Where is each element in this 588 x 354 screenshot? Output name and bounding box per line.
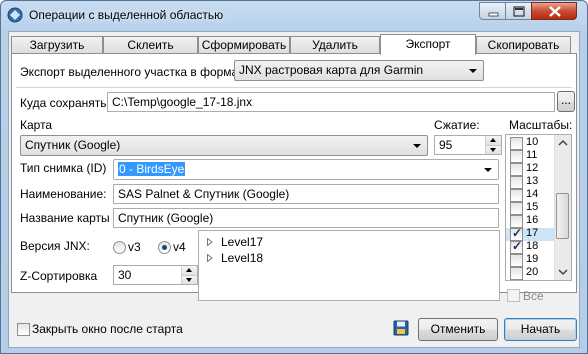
name-input[interactable]: SAS Palnet & Спутник (Google)	[113, 184, 499, 204]
close-after-start-label[interactable]: Закрыть окно после старта	[32, 322, 183, 336]
spin-up-icon[interactable]	[486, 136, 501, 145]
jnx-v3-radio[interactable]	[113, 241, 126, 254]
jnx-v4-label[interactable]: v4	[173, 240, 186, 254]
tab-export[interactable]: Экспорт	[380, 34, 476, 55]
chevron-down-icon	[484, 168, 492, 172]
export-format-value: JNX растровая карта для Garmin	[239, 63, 424, 77]
app-globe-icon	[7, 7, 23, 23]
export-format-select[interactable]: JNX растровая карта для Garmin	[234, 60, 484, 81]
window-title: Операции с выделенной областью	[29, 8, 224, 22]
z-order-value: 30	[118, 268, 132, 282]
map-label: Карта	[20, 118, 53, 132]
scale-checkbox[interactable]	[510, 267, 523, 280]
jnx-version-label: Версия JNX:	[20, 239, 90, 253]
scale-label: 17	[526, 227, 539, 239]
scale-checkbox[interactable]	[510, 163, 523, 176]
map-name-label: Название карты	[20, 211, 110, 225]
z-order-label: Z-Сортировка	[20, 269, 98, 283]
separator	[16, 87, 572, 88]
z-order-stepper[interactable]: 30	[113, 265, 198, 285]
compression-value: 95	[439, 138, 453, 152]
compression-spin-buttons[interactable]	[485, 136, 501, 154]
tab-download[interactable]: Загрузить	[11, 36, 103, 54]
scale-label: 15	[526, 201, 539, 213]
scales-scrollbar[interactable]	[554, 135, 571, 280]
scale-checkbox[interactable]	[510, 150, 523, 163]
chevron-down-icon	[413, 144, 421, 148]
maximize-button[interactable]	[505, 2, 532, 20]
close-after-start-checkbox[interactable]	[17, 323, 30, 336]
scales-label: Масштабы:	[509, 118, 573, 132]
save-path-label: Куда сохранять:	[20, 96, 110, 110]
scroll-down-icon[interactable]	[555, 264, 571, 280]
save-path-input[interactable]: C:\Temp\google_17-18.jnx	[107, 92, 555, 112]
compression-label: Сжатие:	[434, 118, 480, 132]
tab-copy[interactable]: Скопировать	[476, 36, 571, 54]
select-all-checkbox[interactable]	[507, 289, 520, 302]
image-type-value: 0 - BirdsEye	[118, 162, 186, 176]
start-button[interactable]: Начать	[504, 318, 577, 341]
close-button[interactable]	[531, 2, 577, 20]
scrollbar-thumb[interactable]	[556, 193, 569, 239]
jnx-v4-radio[interactable]	[158, 241, 171, 254]
levels-tree[interactable]: Level17 Level18	[198, 230, 500, 301]
scale-label: 10	[526, 136, 539, 148]
scroll-up-icon[interactable]	[555, 135, 571, 151]
cancel-button[interactable]: Отменить	[418, 318, 498, 341]
tree-item-label: Level18	[221, 251, 264, 265]
title-bar[interactable]: Операции с выделенной областью	[1, 1, 587, 31]
scales-checklist[interactable]: 10 11 12 13 14 15 16 17 18 19 20	[505, 134, 572, 281]
scale-label: 14	[526, 188, 539, 200]
name-label: Наименование:	[20, 187, 107, 201]
tab-strip: Загрузить Склеить Сформировать Удалить Э…	[11, 34, 577, 55]
tab-generate[interactable]: Сформировать	[198, 36, 290, 54]
tree-item-label: Level17	[221, 235, 264, 249]
scale-checkbox[interactable]	[510, 202, 523, 215]
dialog-client-area: Загрузить Склеить Сформировать Удалить Э…	[8, 31, 580, 348]
save-disk-icon[interactable]	[393, 320, 409, 336]
scale-label: 18	[526, 240, 539, 252]
spin-up-icon[interactable]	[182, 266, 197, 275]
map-value: Спутник (Google)	[25, 138, 121, 152]
minimize-icon	[488, 12, 499, 17]
image-type-select[interactable]: 0 - BirdsEye	[113, 159, 499, 180]
jnx-v3-label[interactable]: v3	[128, 240, 141, 254]
maximize-icon	[513, 6, 525, 17]
spin-down-icon[interactable]	[182, 275, 197, 284]
select-all-label: Все	[523, 289, 544, 303]
expand-arrow-icon[interactable]	[207, 254, 213, 262]
tab-delete[interactable]: Удалить	[290, 36, 380, 54]
z-order-spin-buttons[interactable]	[181, 266, 197, 284]
dialog-window: Операции с выделенной областью Загрузить…	[0, 0, 588, 354]
spin-down-icon[interactable]	[486, 145, 501, 154]
export-format-label: Экспорт выделенного участка в формат	[20, 65, 244, 79]
scale-label: 20	[526, 266, 539, 278]
scale-label: 11	[526, 149, 538, 161]
scale-label: 13	[526, 175, 539, 187]
scale-label: 16	[526, 214, 539, 226]
scale-checkbox[interactable]	[510, 239, 523, 254]
scale-checkbox[interactable]	[510, 254, 523, 267]
compression-stepper[interactable]: 95	[434, 135, 502, 155]
scale-label: 12	[526, 162, 539, 174]
scale-checkbox[interactable]	[510, 176, 523, 189]
scale-checkbox[interactable]	[510, 137, 523, 150]
expand-arrow-icon[interactable]	[207, 238, 213, 246]
chevron-down-icon	[469, 69, 477, 73]
scale-checkbox[interactable]	[510, 189, 523, 202]
scale-item[interactable]: 20	[506, 266, 558, 280]
map-name-input[interactable]: Спутник (Google)	[113, 208, 499, 228]
scale-label: 19	[526, 253, 539, 265]
image-type-label: Тип снимка (ID)	[20, 161, 107, 175]
tab-stitch[interactable]: Склеить	[103, 36, 198, 54]
close-icon	[549, 6, 561, 17]
browse-button[interactable]: ...	[557, 91, 575, 112]
minimize-button[interactable]	[479, 2, 506, 20]
map-select[interactable]: Спутник (Google)	[20, 135, 428, 156]
